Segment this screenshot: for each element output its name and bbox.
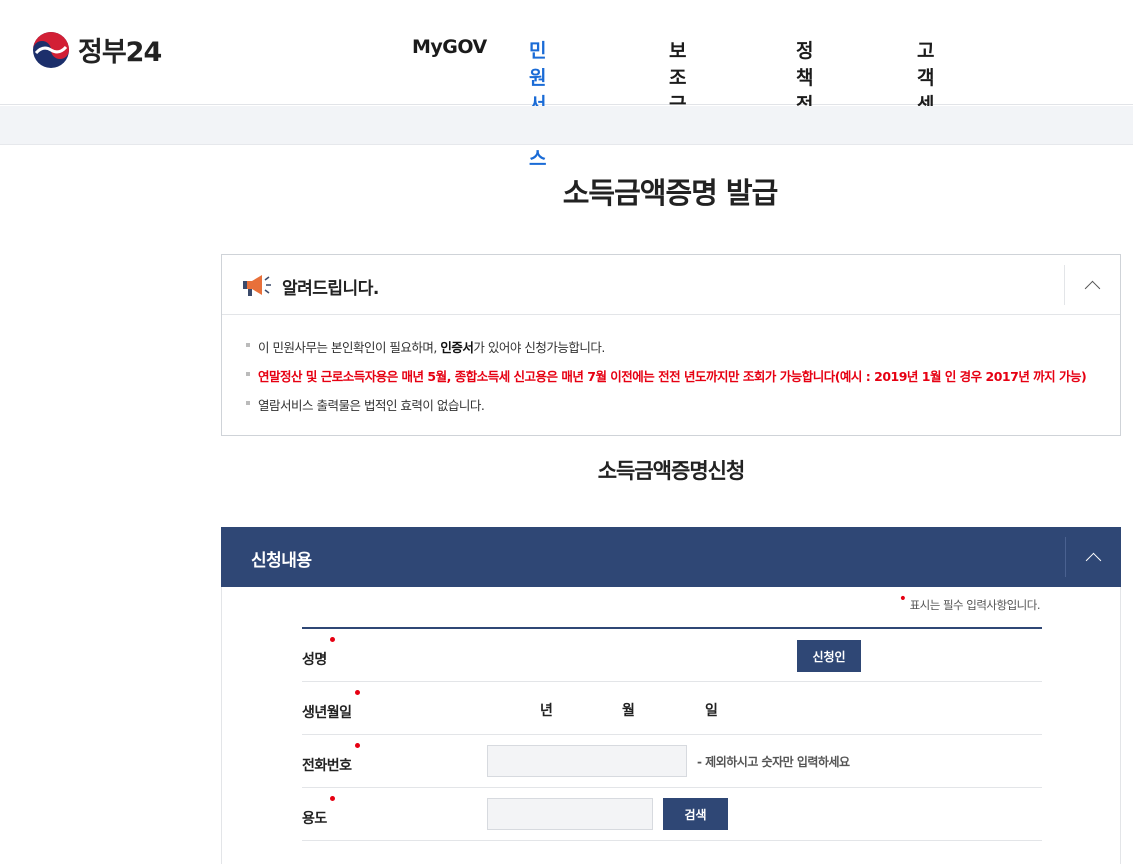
notice-item-warning: 연말정산 및 근로소득자용은 매년 5월, 종합소득세 신고용은 매년 7월 이… — [246, 366, 1087, 395]
required-dot-icon — [354, 743, 360, 748]
required-dot-icon — [354, 690, 360, 695]
page-title: 소득금액증명 발급 — [562, 176, 779, 210]
notice-item: 이 민원사무는 본인확인이 필요하며, 인증서가 있어야 신청가능합니다. — [246, 337, 1086, 366]
panel-collapse-button[interactable] — [1065, 537, 1121, 577]
birth-month-unit: 월 — [622, 703, 635, 719]
notice-header: 알려드립니다. — [222, 255, 1120, 315]
birth-year-unit: 년 — [540, 703, 553, 719]
phone-label: 전화번호 — [302, 743, 360, 775]
form-row-purpose: 용도 검색 — [302, 788, 1042, 841]
phone-hint: - 제외하시고 숫자만 입력하세요 — [697, 755, 850, 769]
application-form: • 표시는 필수 입력사항입니다. 성명 신청인 생년월일 년 월 일 전화번호 … — [221, 587, 1121, 864]
required-dot-icon: • — [898, 591, 907, 607]
form-row-phone: 전화번호 - 제외하시고 숫자만 입력하세요 — [302, 735, 1042, 788]
sub-bar — [0, 106, 1133, 145]
purpose-input[interactable] — [487, 798, 653, 830]
notice-title: 알려드립니다. — [282, 279, 379, 299]
nav-civil-service[interactable]: 민원서비스 — [529, 36, 546, 171]
birth-label: 생년월일 — [302, 690, 360, 722]
notice-item: 열람서비스 출력물은 법적인 효력이 없습니다. — [246, 395, 1086, 424]
gov24-logo[interactable]: 정부24 — [32, 30, 162, 69]
form-table: 성명 신청인 생년월일 년 월 일 전화번호 - 제외하시고 숫자만 입력하세요… — [302, 627, 1042, 841]
nav-mygov[interactable]: MyGOV — [412, 36, 487, 58]
notice-list: 이 민원사무는 본인확인이 필요하며, 인증서가 있어야 신청가능합니다. 연말… — [246, 337, 1087, 424]
birth-day-unit: 일 — [705, 703, 718, 719]
notice-box: 알려드립니다. 이 민원사무는 본인확인이 필요하며, 인증서가 있어야 신청가… — [221, 254, 1121, 436]
applicant-button[interactable]: 신청인 — [797, 640, 861, 672]
purpose-search-button[interactable]: 검색 — [663, 798, 728, 830]
application-panel-header: 신청내용 — [221, 527, 1121, 587]
required-dot-icon — [329, 637, 335, 642]
required-dot-icon — [329, 796, 335, 801]
purpose-label: 용도 — [302, 796, 335, 828]
taegeuk-logo-icon — [33, 31, 69, 68]
name-label: 성명 — [302, 637, 335, 669]
phone-input[interactable] — [487, 745, 687, 777]
form-row-name: 성명 신청인 — [302, 629, 1042, 682]
notice-collapse-button[interactable] — [1064, 265, 1120, 305]
section-title: 소득금액증명신청 — [597, 459, 746, 483]
form-row-birth: 생년월일 년 월 일 — [302, 682, 1042, 735]
site-header: 정부24 MyGOV 민원서비스 보조금24 정책정보 고객센터 — [0, 0, 1133, 170]
megaphone-icon — [243, 275, 271, 296]
chevron-up-icon — [1084, 280, 1101, 296]
logo-text: 정부24 — [78, 37, 162, 68]
chevron-up-icon — [1085, 552, 1102, 568]
required-note: • 표시는 필수 입력사항입니다. — [898, 591, 1041, 612]
panel-title: 신청내용 — [251, 551, 312, 571]
